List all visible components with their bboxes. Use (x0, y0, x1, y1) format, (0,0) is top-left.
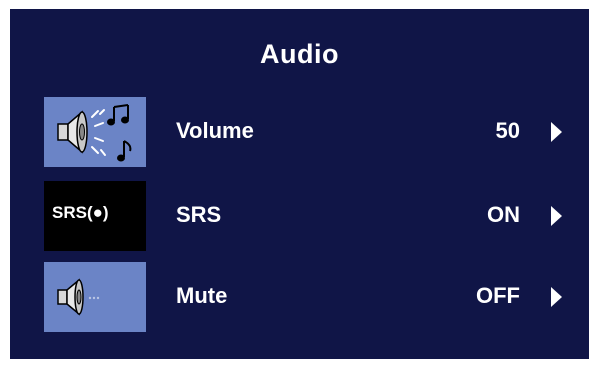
volume-value: 50 (495, 118, 520, 143)
volume-label: Volume (176, 118, 254, 143)
speaker-mute-icon (44, 262, 146, 332)
menu-item-mute[interactable]: Mute OFF (44, 262, 574, 332)
menu-item-volume[interactable]: Volume 50 (44, 97, 574, 167)
speaker-music-icon (44, 97, 146, 167)
srs-label: SRS (176, 202, 222, 227)
arrow-right-icon[interactable] (551, 122, 562, 142)
mute-value: OFF (476, 283, 520, 308)
menu-title: Audio (260, 39, 339, 69)
menu-item-srs[interactable]: SRS(●) SRS ON (44, 181, 574, 251)
srs-value: ON (487, 202, 520, 227)
osd-audio-menu: Audio Volume 50 SRS(●) SRS ON Mute OFF (10, 9, 589, 359)
mute-label: Mute (176, 283, 228, 308)
arrow-right-icon[interactable] (551, 206, 562, 226)
srs-logo-text: SRS(●) (52, 203, 109, 222)
arrow-right-icon[interactable] (551, 287, 562, 307)
srs-logo-icon: SRS(●) (44, 181, 146, 251)
